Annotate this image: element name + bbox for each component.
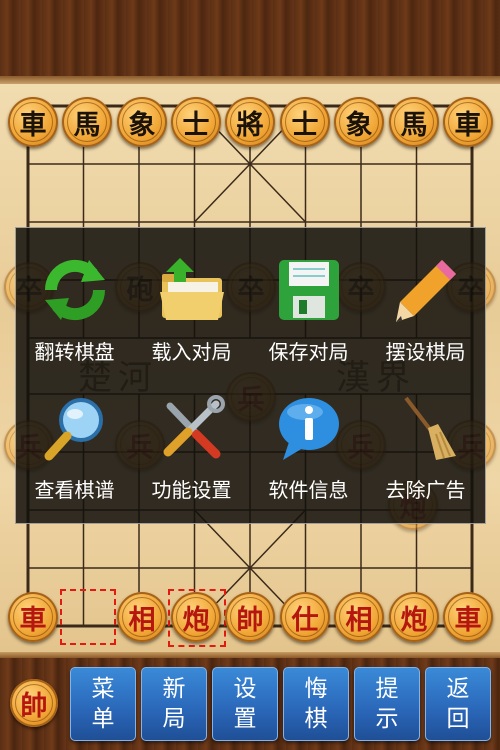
button-label-bottom: 回 bbox=[446, 706, 470, 732]
button-label-top: 提 bbox=[375, 676, 399, 702]
turn-piece-label: 帥 bbox=[20, 690, 48, 722]
floppy-disk-icon bbox=[279, 260, 339, 320]
menu-item-label: 翻转棋盘 bbox=[34, 340, 115, 364]
settings-button[interactable]: 设置 bbox=[212, 667, 278, 741]
menu-item-view-record[interactable]: 查看棋谱 bbox=[16, 366, 133, 506]
pencil-icon bbox=[396, 260, 456, 322]
menu-item-label: 摆设棋局 bbox=[385, 340, 466, 364]
piece-label: 仕 bbox=[291, 604, 319, 636]
red-chariot[interactable]: 車 bbox=[443, 592, 493, 642]
piece-label: 帥 bbox=[236, 604, 264, 636]
rotate-arrows-icon bbox=[44, 259, 106, 321]
menu-item-label: 功能设置 bbox=[151, 478, 232, 502]
piece-label: 象 bbox=[128, 109, 156, 141]
button-label-top: 返 bbox=[446, 676, 470, 702]
button-label-top: 新 bbox=[162, 676, 186, 702]
piece-label: 象 bbox=[345, 109, 373, 141]
menu-item-flip-board[interactable]: 翻转棋盘 bbox=[16, 228, 133, 368]
piece-label: 相 bbox=[345, 604, 373, 636]
black-elephant[interactable]: 象 bbox=[117, 97, 167, 147]
button-label-top: 悔 bbox=[304, 676, 328, 702]
black-horse[interactable]: 馬 bbox=[389, 97, 439, 147]
button-label-bottom: 示 bbox=[375, 706, 399, 732]
menu-item-setup-board[interactable]: 摆设棋局 bbox=[367, 228, 484, 368]
last-move-origin-marker bbox=[60, 589, 116, 645]
menu-item-software-info[interactable]: 软件信息 bbox=[250, 366, 367, 506]
tools-icon bbox=[163, 395, 225, 459]
menu-item-load-game[interactable]: 载入对局 bbox=[133, 228, 250, 368]
menu-item-label: 软件信息 bbox=[268, 478, 349, 502]
piece-label: 士 bbox=[182, 109, 210, 141]
game-menu-overlay: 翻转棋盘 载入对局 保存对局 摆设棋局 查看棋谱 功能设置 软件信息 去除广告 bbox=[15, 227, 486, 524]
menu-item-label: 载入对局 bbox=[151, 340, 232, 364]
menu-item-settings[interactable]: 功能设置 bbox=[133, 366, 250, 506]
red-advisor[interactable]: 仕 bbox=[280, 592, 330, 642]
piece-label: 炮 bbox=[400, 604, 428, 636]
back-button[interactable]: 返回 bbox=[425, 667, 491, 741]
red-elephant[interactable]: 相 bbox=[334, 592, 384, 642]
current-turn-indicator: 帥 bbox=[10, 679, 58, 727]
piece-label: 將 bbox=[236, 109, 264, 141]
piece-label: 馬 bbox=[400, 109, 428, 141]
button-label-top: 设 bbox=[233, 676, 257, 702]
folder-upload-icon bbox=[160, 258, 224, 320]
piece-label: 車 bbox=[454, 109, 482, 141]
new-game-button[interactable]: 新局 bbox=[141, 667, 207, 741]
button-label-bottom: 单 bbox=[91, 706, 115, 732]
broom-icon bbox=[404, 396, 456, 460]
black-chariot[interactable]: 車 bbox=[8, 97, 58, 147]
menu-item-label: 去除广告 bbox=[385, 478, 466, 502]
red-cannon[interactable]: 炮 bbox=[171, 592, 221, 642]
red-elephant[interactable]: 相 bbox=[117, 592, 167, 642]
button-label-top: 菜 bbox=[91, 676, 115, 702]
menu-item-save-game[interactable]: 保存对局 bbox=[250, 228, 367, 368]
red-cannon[interactable]: 炮 bbox=[389, 592, 439, 642]
black-horse[interactable]: 馬 bbox=[62, 97, 112, 147]
piece-label: 士 bbox=[291, 109, 319, 141]
magnifier-icon bbox=[44, 398, 103, 461]
piece-label: 馬 bbox=[73, 109, 101, 141]
red-general[interactable]: 帥 bbox=[225, 592, 275, 642]
menu-item-label: 保存对局 bbox=[268, 340, 349, 364]
black-general[interactable]: 將 bbox=[225, 97, 275, 147]
undo-button[interactable]: 悔棋 bbox=[283, 667, 349, 741]
button-label-bottom: 局 bbox=[162, 706, 186, 732]
menu-button[interactable]: 菜单 bbox=[70, 667, 136, 741]
menu-item-label: 查看棋谱 bbox=[34, 478, 115, 502]
piece-label: 車 bbox=[454, 604, 482, 636]
piece-label: 車 bbox=[19, 109, 47, 141]
black-advisor[interactable]: 士 bbox=[171, 97, 221, 147]
button-label-bottom: 置 bbox=[233, 706, 257, 732]
button-label-bottom: 棋 bbox=[304, 706, 328, 732]
piece-label: 車 bbox=[19, 604, 47, 636]
info-bubble-icon bbox=[279, 398, 339, 460]
top-wood-frame bbox=[0, 0, 500, 84]
red-chariot[interactable]: 車 bbox=[8, 592, 58, 642]
piece-label: 相 bbox=[128, 604, 156, 636]
black-chariot[interactable]: 車 bbox=[443, 97, 493, 147]
black-advisor[interactable]: 士 bbox=[280, 97, 330, 147]
menu-item-remove-ads[interactable]: 去除广告 bbox=[367, 366, 484, 506]
piece-label: 炮 bbox=[182, 604, 210, 636]
black-elephant[interactable]: 象 bbox=[334, 97, 384, 147]
hint-button[interactable]: 提示 bbox=[354, 667, 420, 741]
